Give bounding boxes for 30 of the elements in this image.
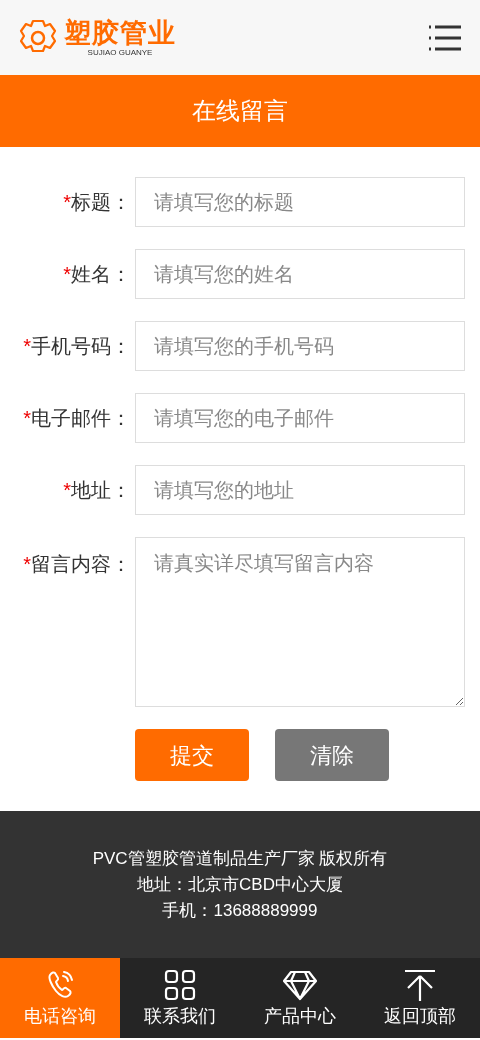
menu-icon[interactable]: [428, 24, 462, 51]
field-label: 留言内容：: [31, 552, 131, 577]
required-mark: *: [63, 190, 71, 215]
required-mark: *: [63, 262, 71, 287]
required-mark: *: [23, 406, 31, 431]
input-field[interactable]: 请填写您的姓名: [135, 249, 465, 299]
footer-text: 地址：北京市CBD中心大厦: [137, 873, 343, 896]
field-label: 姓名：: [71, 262, 131, 287]
message-textarea[interactable]: 请真实详尽填写留言内容: [135, 537, 465, 707]
clear-button[interactable]: 清除: [275, 729, 389, 781]
phone-icon: [45, 969, 75, 1001]
grid-icon: [164, 969, 196, 1001]
footer-text: 手机：13688889999: [162, 899, 318, 922]
logo-subtitle: SUJIAO GUANYE: [87, 47, 153, 58]
input-field[interactable]: 请填写您的标题: [135, 177, 465, 227]
input-field[interactable]: 请填写您的电子邮件: [135, 393, 465, 443]
required-mark: *: [63, 478, 71, 503]
page-title: 在线留言: [192, 96, 288, 126]
field-label: 手机号码：: [31, 334, 131, 359]
back-to-top-icon: [404, 969, 436, 1001]
required-mark: *: [23, 552, 31, 577]
diamond-icon: [282, 969, 318, 1001]
field-label: 地址：: [71, 478, 131, 503]
required-mark: *: [23, 334, 31, 359]
input-field[interactable]: 请填写您的手机号码: [135, 321, 465, 371]
footer-text: PVC管塑胶管道制品生产厂家 版权所有: [92, 847, 388, 870]
logo-title: 塑胶管业: [64, 17, 176, 48]
field-label: 电子邮件：: [31, 406, 131, 431]
field-label: 标题：: [71, 190, 131, 215]
input-field[interactable]: 请填写您的地址: [135, 465, 465, 515]
